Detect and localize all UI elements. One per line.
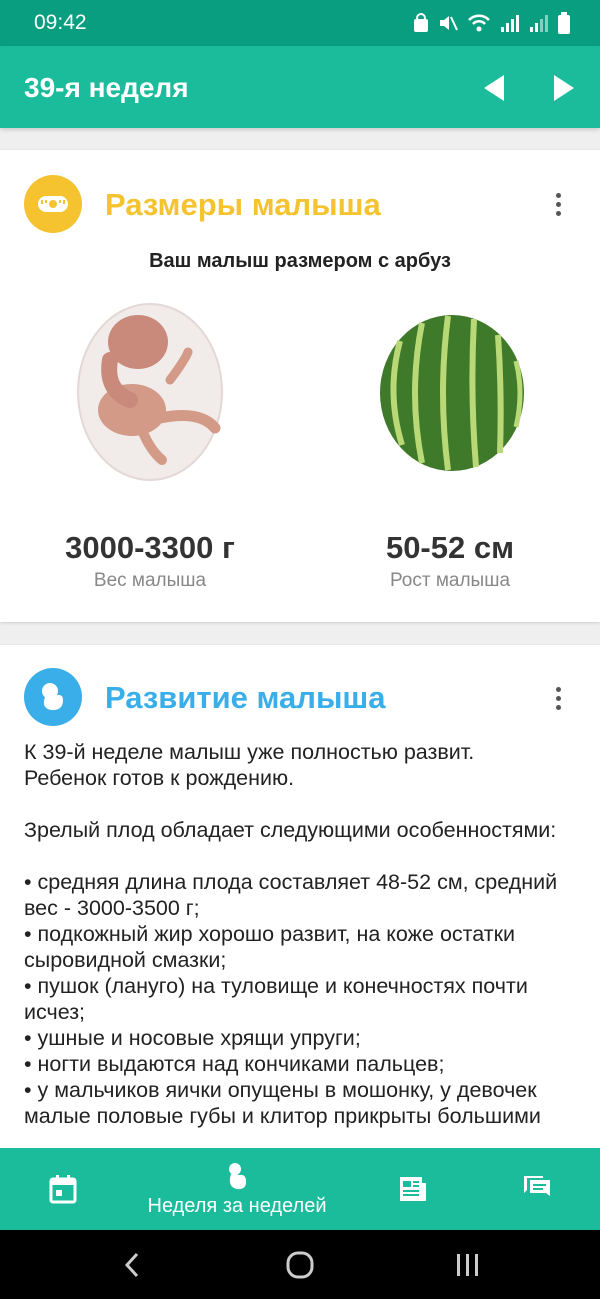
battery-icon [558,12,570,34]
weight-value: 3000-3300 г [65,530,235,565]
signal-icon [501,15,519,32]
chevron-left-icon [124,1252,139,1278]
embryo-icon [24,668,82,726]
height-value: 50-52 см [385,530,515,565]
system-navigation [0,1230,600,1299]
calendar-icon [49,1175,77,1204]
app-bar: 39-я неделя [0,46,600,128]
baby-size-card: Размеры малыша Ваш малыш размером с арбу… [0,150,600,622]
recent-apps-button[interactable] [448,1250,488,1280]
previous-week-button[interactable] [476,70,512,106]
nav-chat[interactable] [514,1148,560,1230]
height-label: Рост малыша [389,570,511,591]
nav-articles[interactable] [390,1148,436,1230]
nav-week-by-week-label: Неделя за неделей [147,1194,327,1217]
recent-apps-icon [457,1254,478,1276]
chat-icon [524,1176,550,1196]
wifi-icon [468,14,490,32]
home-circle-icon [286,1251,314,1279]
development-card-title: Развитие малыша [105,680,386,715]
status-time: 09:42 [34,11,87,34]
size-card-menu-button[interactable] [548,184,568,224]
nav-calendar[interactable] [40,1148,86,1230]
page-title: 39-я неделя [24,72,189,103]
lock-icon [414,13,428,32]
home-button[interactable] [280,1250,320,1280]
signal-icon-2 [530,15,548,32]
mute-icon [440,16,458,31]
watermelon-illustration [380,315,524,471]
nav-week-by-week[interactable]: Неделя за неделей [130,1148,344,1230]
baby-icon [229,1162,247,1189]
baby-development-card: Развитие малыша К 39-й неделе малыш уже … [0,645,600,1155]
status-bar: 09:42 [0,0,600,46]
next-week-button[interactable] [546,70,582,106]
triangle-left-icon [484,75,504,101]
status-icons [413,12,570,34]
size-card-title: Размеры малыша [105,187,381,222]
article-icon [400,1177,426,1201]
triangle-right-icon [554,75,574,101]
size-comparison-text: Ваш малыш размером с арбуз [149,250,451,272]
back-button[interactable] [112,1250,152,1280]
weight-label: Вес малыша [93,570,207,591]
fetus-illustration [77,303,223,481]
development-text: К 39-й неделе малыш уже полностью развит… [24,740,558,1128]
measuring-tape-icon [24,175,82,233]
bottom-navigation: Неделя за неделей [0,1148,600,1230]
development-card-menu-button[interactable] [548,678,568,718]
